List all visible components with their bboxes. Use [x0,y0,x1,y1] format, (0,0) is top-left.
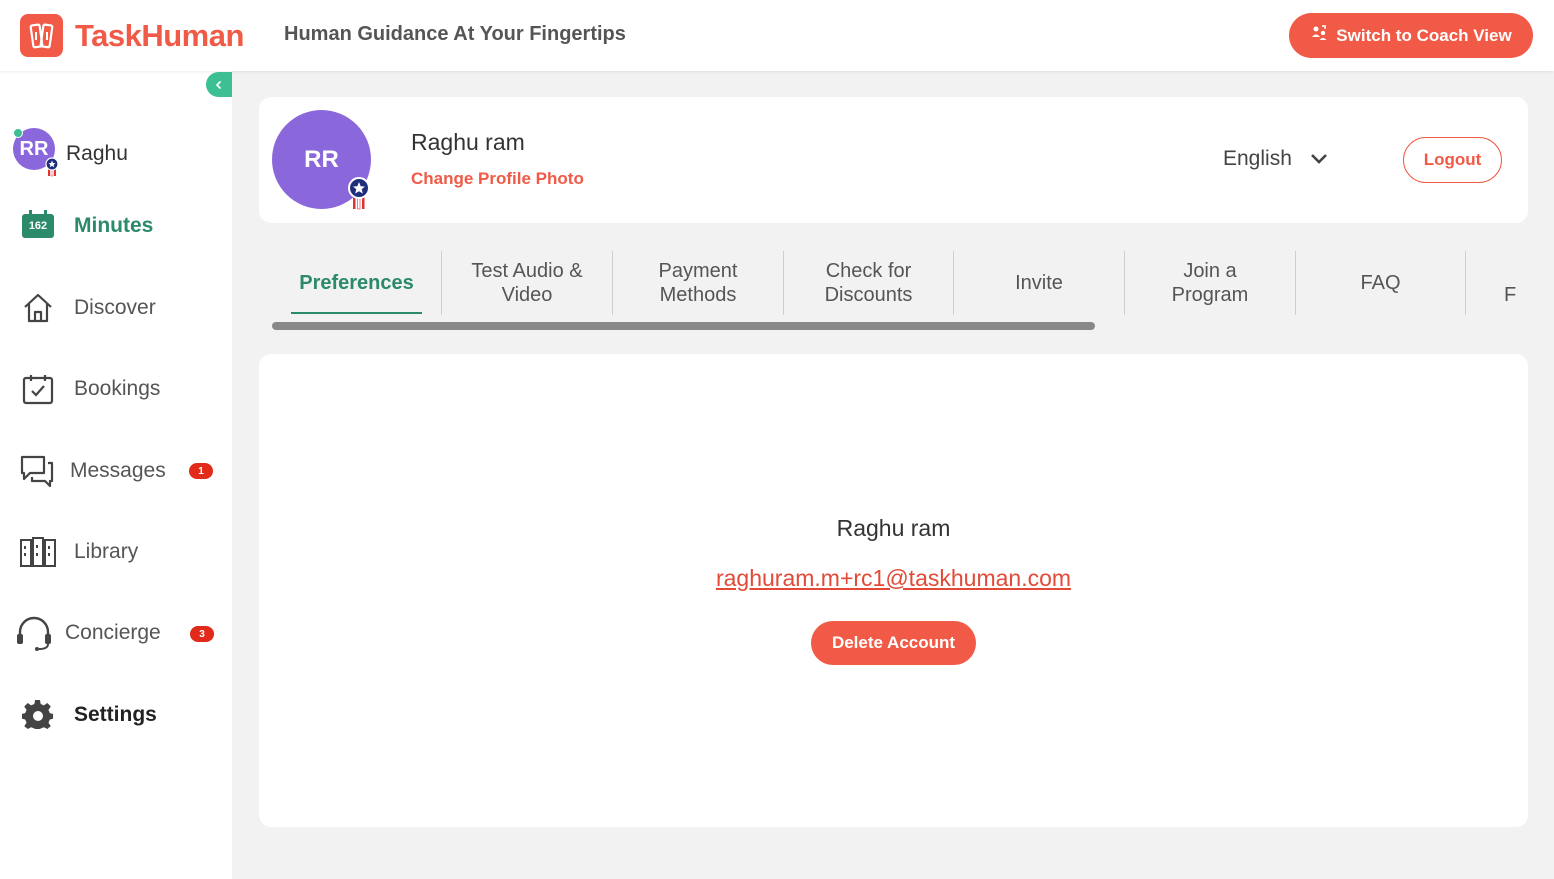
coach-button-label: Switch to Coach View [1336,25,1512,45]
calendar-check-icon [22,373,54,410]
collapse-sidebar-button[interactable] [206,72,232,97]
library-icon [20,537,56,572]
tab-join-a-program[interactable]: Join a Program [1125,251,1295,315]
tab-partial[interactable]: F [1466,251,1526,315]
tab-faq[interactable]: FAQ [1296,251,1465,315]
switch-to-coach-view-button[interactable]: Switch to Coach View [1289,13,1533,58]
home-icon [22,292,54,329]
minutes-calendar-icon: 162 [22,210,54,238]
minutes-label: Minutes [74,214,154,237]
language-value: English [1223,147,1292,170]
tab-payment-methods[interactable]: Payment Methods [613,251,783,315]
profile-card: RR Raghu ram Change Profile Photo Englis… [259,97,1528,223]
coach-switch-icon [1310,24,1328,47]
sidebar-user-name: Raghu [66,142,128,165]
logout-button[interactable]: Logout [1403,137,1502,183]
award-badge-icon [45,157,59,184]
sidebar-item-label: Bookings [74,377,161,400]
sidebar-item-label: Library [74,540,139,563]
tab-test-audio-video[interactable]: Test Audio & Video [442,251,612,315]
sidebar-item-label: Settings [74,703,157,726]
sidebar-item-label: Concierge [65,621,161,644]
award-badge-icon [348,177,370,216]
settings-tabs: Preferences Test Audio & Video Payment M… [272,251,1528,315]
profile-name: Raghu ram [411,129,525,155]
tab-preferences[interactable]: Preferences [272,251,441,315]
tagline: Human Guidance At Your Fingertips [284,23,626,45]
chevron-down-icon [1310,154,1327,164]
taskhuman-logo-icon [20,14,63,57]
sidebar-item-label: Discover [74,296,156,319]
gear-icon [22,699,54,736]
language-selector[interactable]: English [1223,147,1328,171]
account-email-link[interactable]: raghuram.m+rc1@taskhuman.com [259,565,1528,592]
brand-name: TaskHuman [75,17,244,53]
minutes-count: 162 [28,220,48,232]
change-profile-photo-link[interactable]: Change Profile Photo [411,169,584,189]
tabs-scrollbar[interactable] [272,322,1095,330]
account-name: Raghu ram [836,515,951,541]
active-tab-indicator [291,312,422,314]
chat-icon [20,454,54,493]
concierge-badge: 3 [190,626,214,642]
logo[interactable]: TaskHuman [20,14,244,57]
messages-badge: 1 [189,463,213,479]
preferences-panel: Raghu ram raghuram.m+rc1@taskhuman.com D… [259,354,1528,827]
headset-icon [15,614,53,657]
tab-invite[interactable]: Invite [954,251,1124,315]
chevron-left-icon [215,80,222,89]
sidebar-item-label: Messages [70,459,166,482]
top-bar: TaskHuman Human Guidance At Your Fingert… [0,0,1554,71]
delete-account-button[interactable]: Delete Account [811,621,976,665]
online-status-dot [13,128,23,138]
tab-check-for-discounts[interactable]: Check for Discounts [784,251,953,315]
